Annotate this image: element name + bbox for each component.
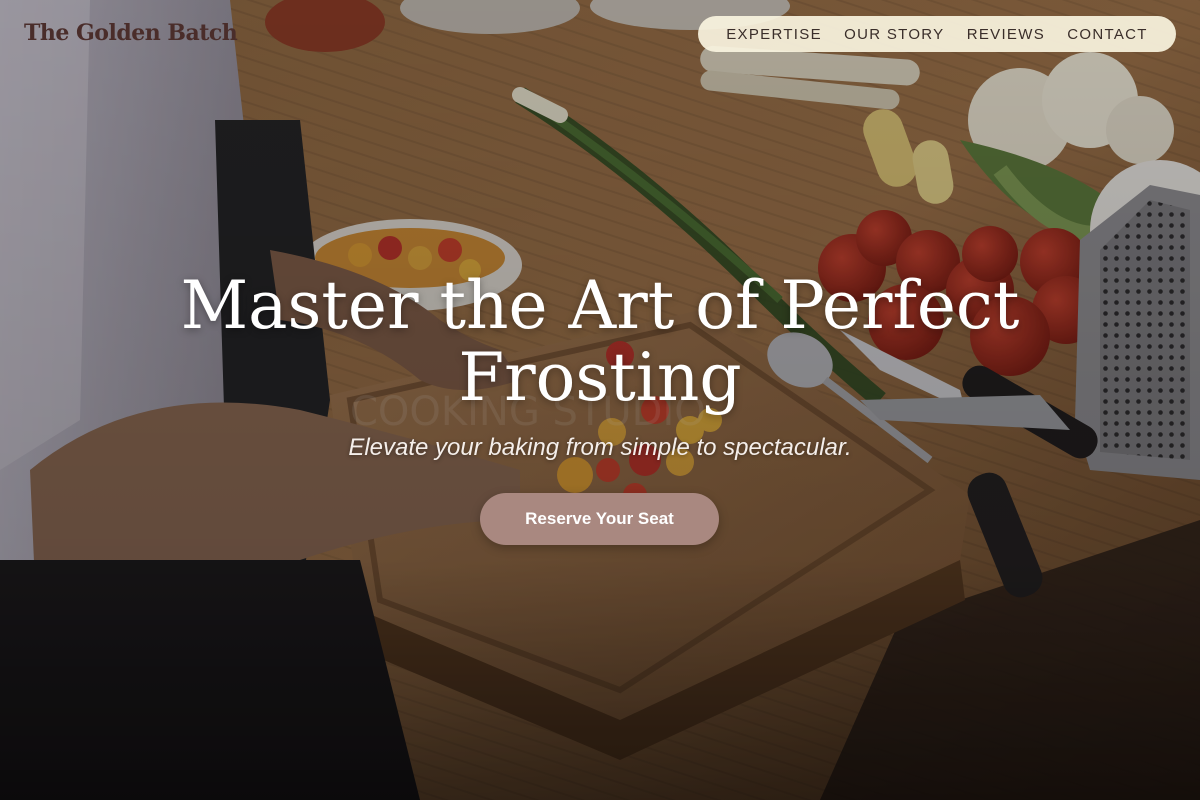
hero-tagline: Elevate your baking from simple to spect…: [348, 434, 852, 461]
main-nav: EXPERTISE OUR STORY REVIEWS CONTACT: [698, 16, 1176, 52]
nav-link-expertise[interactable]: EXPERTISE: [726, 26, 822, 43]
nav-link-reviews[interactable]: REVIEWS: [967, 26, 1045, 43]
hero-section: COOKING STUDIO The Golden Batch EXPERTIS…: [0, 0, 1200, 800]
brand-logo[interactable]: The Golden Batch: [24, 20, 238, 46]
hero-headline: Master the Art of Perfect Frosting: [180, 267, 1020, 416]
nav-link-contact[interactable]: CONTACT: [1067, 26, 1147, 43]
reserve-seat-button[interactable]: Reserve Your Seat: [480, 493, 719, 545]
nav-link-our-story[interactable]: OUR STORY: [844, 26, 944, 43]
